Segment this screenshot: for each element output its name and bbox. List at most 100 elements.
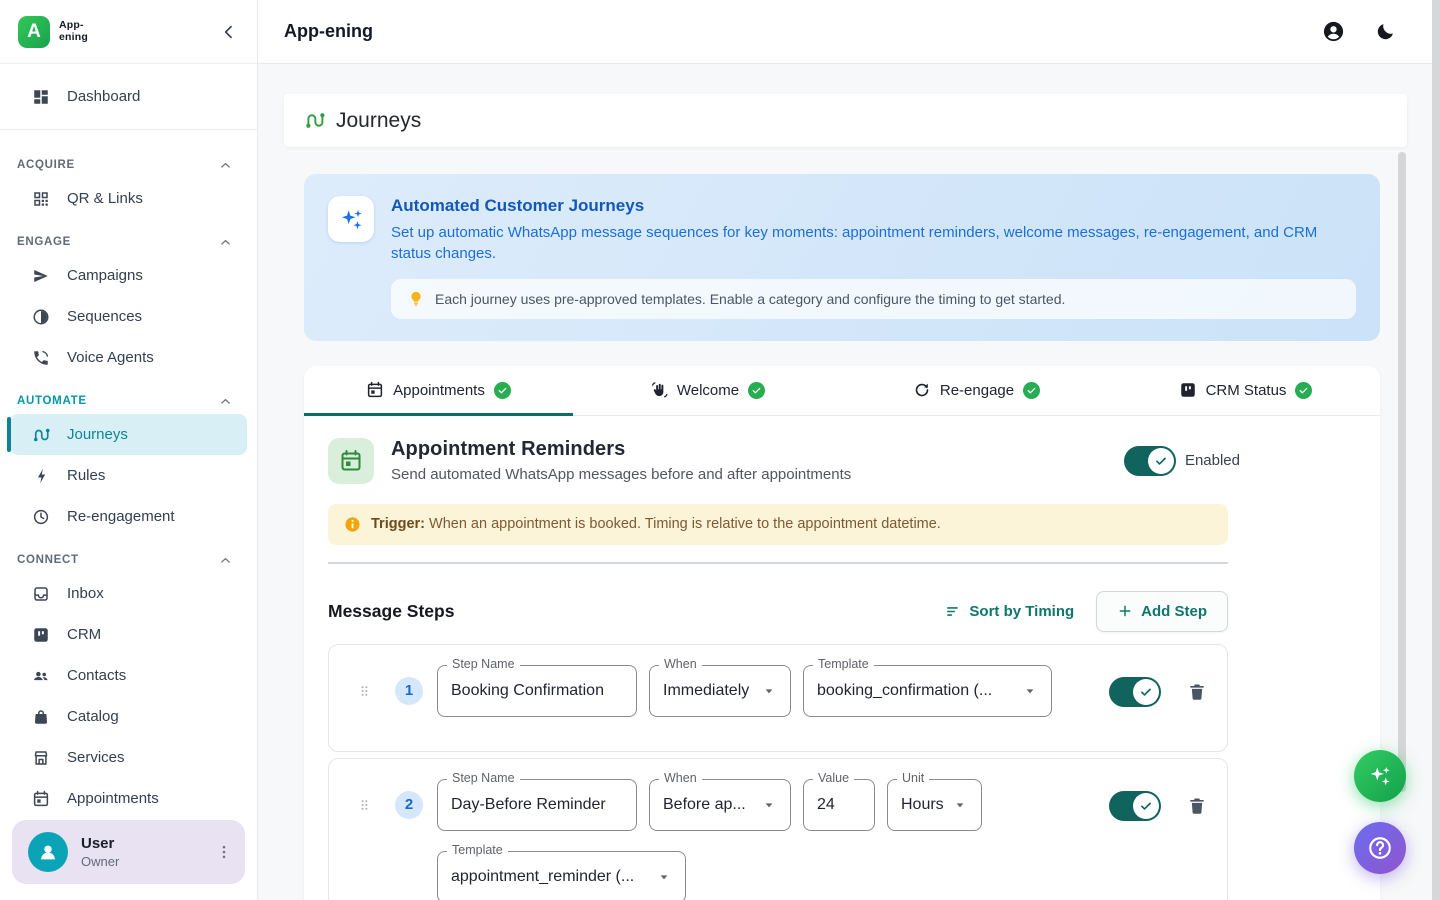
sidebar-item-catalog[interactable]: Catalog bbox=[10, 696, 247, 737]
check-badge-icon bbox=[494, 382, 511, 399]
app-logo: A bbox=[18, 16, 50, 48]
reminders-subtitle: Send automated WhatsApp messages before … bbox=[391, 466, 851, 483]
sidebar-item-re-engagement[interactable]: Re-engagement bbox=[10, 496, 247, 537]
app-logo-letter: A bbox=[27, 21, 41, 43]
content-scrollbar[interactable] bbox=[1398, 152, 1406, 792]
sparkles-icon bbox=[328, 196, 374, 242]
reminders-title: Appointment Reminders bbox=[391, 438, 851, 461]
sidebar-item-label: Journeys bbox=[67, 426, 128, 443]
user-menu-button[interactable] bbox=[215, 843, 233, 861]
sidebar-section-acquire[interactable]: ACQUIRE bbox=[0, 142, 257, 178]
banner-description: Set up automatic WhatsApp message sequen… bbox=[391, 222, 1356, 265]
sidebar-item-inbox[interactable]: Inbox bbox=[10, 573, 247, 614]
step-number-badge: 1 bbox=[395, 677, 423, 705]
section-divider bbox=[328, 562, 1228, 564]
sidebar: A App- ening Dashboard ACQUIRE QR & Link… bbox=[0, 0, 258, 900]
tab-re-engage[interactable]: Re-engage bbox=[842, 366, 1111, 415]
when-select[interactable]: When Before ap... bbox=[649, 779, 791, 831]
trigger-label: Trigger: bbox=[371, 516, 425, 532]
sidebar-item-rules[interactable]: Rules bbox=[10, 455, 247, 496]
contrast-icon bbox=[32, 308, 50, 326]
sidebar-divider bbox=[0, 129, 257, 130]
reminders-header: Appointment Reminders Send automated Wha… bbox=[328, 438, 1240, 484]
check-badge-icon bbox=[748, 382, 765, 399]
sidebar-item-qr-links[interactable]: QR & Links bbox=[10, 178, 247, 219]
sidebar-logo-row: A App- ening bbox=[0, 0, 257, 64]
step-number-badge: 2 bbox=[395, 791, 423, 819]
sidebar-section-automate[interactable]: AUTOMATE bbox=[0, 378, 257, 414]
chevron-up-icon bbox=[218, 158, 233, 173]
step-name-field[interactable]: Step Name Day-Before Reminder bbox=[437, 779, 637, 831]
sidebar-item-sequences[interactable]: Sequences bbox=[10, 296, 247, 337]
sidebar-item-label: Re-engagement bbox=[67, 508, 175, 525]
user-name: User bbox=[81, 835, 119, 852]
tab-appointments[interactable]: Appointments bbox=[304, 366, 573, 415]
shopping-bag-icon bbox=[32, 708, 50, 726]
sidebar-nav: Dashboard ACQUIRE QR & Links ENGAGE Camp… bbox=[0, 64, 257, 808]
sidebar-item-label: QR & Links bbox=[67, 190, 143, 207]
topbar-title: App-ening bbox=[284, 21, 373, 42]
add-step-button[interactable]: Add Step bbox=[1096, 591, 1228, 632]
page-scrollbar[interactable] bbox=[1432, 0, 1440, 900]
banner-tip: Each journey uses pre-approved templates… bbox=[391, 279, 1356, 319]
avatar bbox=[28, 832, 68, 872]
app-logo-text: App- ening bbox=[59, 20, 88, 42]
template-select[interactable]: Template appointment_reminder (... bbox=[437, 851, 686, 900]
drag-handle-icon[interactable] bbox=[357, 677, 372, 705]
field-label: Value bbox=[813, 771, 854, 785]
kanban-icon bbox=[32, 626, 50, 644]
sidebar-item-label: Dashboard bbox=[67, 88, 140, 105]
journeys-panel: Appointments Welcome Re-engage bbox=[304, 366, 1380, 900]
page-title: Journeys bbox=[336, 109, 421, 133]
step-name-field[interactable]: Step Name Booking Confirmation bbox=[437, 665, 637, 717]
sidebar-item-dashboard[interactable]: Dashboard bbox=[10, 76, 247, 117]
field-label: Template bbox=[813, 657, 874, 671]
calendar-icon bbox=[366, 381, 384, 399]
sidebar-item-voice-agents[interactable]: Voice Agents bbox=[10, 337, 247, 378]
caret-down-icon bbox=[761, 683, 777, 699]
route-icon bbox=[32, 426, 50, 444]
account-button[interactable] bbox=[1322, 20, 1345, 43]
sidebar-item-crm[interactable]: CRM bbox=[10, 614, 247, 655]
sidebar-item-contacts[interactable]: Contacts bbox=[10, 655, 247, 696]
dark-mode-button[interactable] bbox=[1375, 21, 1396, 42]
chevron-up-icon bbox=[218, 394, 233, 409]
sidebar-item-appointments[interactable]: Appointments bbox=[10, 778, 247, 808]
sidebar-item-label: Sequences bbox=[67, 308, 142, 325]
tab-welcome[interactable]: Welcome bbox=[573, 366, 842, 415]
delete-step-button[interactable] bbox=[1187, 682, 1207, 702]
sidebar-collapse-button[interactable] bbox=[219, 22, 239, 42]
check-badge-icon bbox=[1023, 382, 1040, 399]
sidebar-section-engage[interactable]: ENGAGE bbox=[0, 219, 257, 255]
field-label: Template bbox=[447, 843, 508, 857]
when-select[interactable]: When Immediately bbox=[649, 665, 791, 717]
sidebar-item-campaigns[interactable]: Campaigns bbox=[10, 255, 247, 296]
ai-assistant-fab[interactable] bbox=[1354, 750, 1406, 802]
sort-icon bbox=[945, 603, 962, 620]
lightbulb-icon bbox=[407, 290, 425, 308]
drag-handle-icon[interactable] bbox=[357, 791, 372, 819]
help-fab[interactable] bbox=[1354, 822, 1406, 874]
field-label: Step Name bbox=[447, 657, 520, 671]
sidebar-item-label: Services bbox=[67, 749, 125, 766]
template-select[interactable]: Template booking_confirmation (... bbox=[803, 665, 1052, 717]
step-enabled-toggle[interactable] bbox=[1109, 677, 1161, 707]
people-icon bbox=[32, 667, 50, 685]
user-role: Owner bbox=[81, 854, 119, 869]
step-enabled-toggle[interactable] bbox=[1109, 791, 1161, 821]
sidebar-item-services[interactable]: Services bbox=[10, 737, 247, 778]
value-field[interactable]: Value 24 bbox=[803, 779, 875, 831]
user-card[interactable]: User Owner bbox=[12, 820, 245, 884]
sort-by-timing-button[interactable]: Sort by Timing bbox=[945, 603, 1074, 620]
tab-crm-status[interactable]: CRM Status bbox=[1111, 366, 1380, 415]
sidebar-item-journeys[interactable]: Journeys bbox=[10, 414, 247, 455]
delete-step-button[interactable] bbox=[1187, 796, 1207, 816]
page-title-bar: Journeys bbox=[284, 94, 1407, 147]
step-card-2: 2 Step Name Day-Before Reminder Whe bbox=[328, 758, 1228, 900]
sidebar-section-connect[interactable]: CONNECT bbox=[0, 537, 257, 573]
dashboard-icon bbox=[32, 88, 50, 106]
kanban-icon bbox=[1179, 381, 1197, 399]
enabled-toggle[interactable] bbox=[1124, 446, 1176, 476]
check-badge-icon bbox=[1295, 382, 1312, 399]
unit-select[interactable]: Unit Hours bbox=[887, 779, 982, 831]
